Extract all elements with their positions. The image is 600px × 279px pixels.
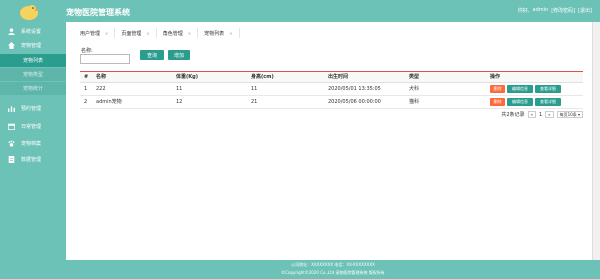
sidebar-item-label: 系统设置 [21, 29, 42, 35]
main-content: 用户管理 ✕ 页面管理 ✕ 角色管理 ✕ 宠物列表 ✕ 名称: 查询 增加 # 名称 体… [66, 22, 592, 260]
column-header: 体重(Kg) [172, 72, 247, 83]
cell-name: admin宠物 [92, 95, 172, 109]
sidebar-item-label: 预约管理 [21, 106, 42, 112]
search-input[interactable] [80, 54, 130, 64]
edit-button[interactable]: 编辑信息 [507, 97, 533, 106]
pet-table: # 名称 体重(Kg) 身高(cm) 出生时间 类型 操作 1 222 11 1… [80, 72, 583, 109]
cell-type: 猫科 [405, 95, 486, 109]
cell-birth: 2020/05/06 00:00:00 [324, 95, 405, 109]
app-title: 宠物医院管理系统 [66, 8, 130, 17]
cell-weight: 11 [172, 82, 247, 96]
header: 宠物医院管理系统 你好, admin [修改密码] [退出] [0, 0, 600, 22]
tab-page-management[interactable]: 页面管理 ✕ [115, 28, 157, 38]
chart-icon [7, 105, 15, 113]
sidebar-item-daily[interactable]: 日常管理 [0, 120, 66, 133]
column-header: 名称 [92, 72, 172, 83]
user-icon [7, 28, 15, 36]
sidebar-item-pet-management[interactable]: 宠物管理 [0, 39, 66, 52]
sidebar: 系统设置 宠物管理 宠物列表 宠物类型 宠物统计 预约管理 日常管理 宠物档案 [0, 22, 66, 279]
search-label: 名称: [81, 48, 93, 54]
column-header: 出生时间 [324, 72, 405, 83]
sidebar-item-label: 日常管理 [21, 124, 42, 130]
tab-label: 页面管理 [121, 30, 142, 37]
pagination: 共2条记录 « 1 » 每页10条 ▾ [501, 111, 583, 118]
column-header: 身高(cm) [247, 72, 324, 83]
cell-actions: 删除 编辑信息 查看详细 [486, 82, 583, 96]
paw-icon [7, 140, 15, 148]
calendar-icon [7, 123, 15, 131]
tab-pet-list[interactable]: 宠物列表 ✕ [198, 28, 240, 38]
per-page-value: 每页10条 [559, 111, 577, 117]
tab-label: 角色管理 [162, 30, 183, 37]
query-button[interactable]: 查询 [140, 50, 164, 60]
cell-type: 犬科 [405, 82, 486, 96]
home-icon [7, 42, 15, 50]
footer: 公司地址：XXXXXXXX 电话：XX-XXXXXXXX ©Copyright©… [66, 260, 600, 279]
header-user-bar: 你好, admin [修改密码] [退出] [518, 7, 592, 14]
sidebar-item-pet-list[interactable]: 宠物列表 [0, 54, 66, 67]
column-header: 操作 [486, 72, 583, 83]
footer-address: 公司地址：XXXXXXXX 电话：XX-XXXXXXXX [291, 262, 375, 267]
logout-link[interactable]: [退出] [578, 7, 592, 14]
view-button[interactable]: 查看详细 [535, 84, 561, 93]
username: admin [532, 7, 549, 13]
cell-actions: 删除 编辑信息 查看详细 [486, 95, 583, 109]
current-page: 1 [538, 111, 543, 118]
sidebar-item-label: 宠物统计 [23, 86, 44, 92]
cell-weight: 12 [172, 95, 247, 109]
column-header: 类型 [405, 72, 486, 83]
footer-copyright: ©Copyright©2020 Co.,Ltd 宠物医院管理系统 版权所有 [281, 270, 385, 275]
sidebar-item-label: 宠物类型 [23, 72, 44, 78]
duck-logo-icon [20, 5, 39, 20]
close-icon[interactable]: ✕ [105, 31, 108, 36]
tab-bar: 用户管理 ✕ 页面管理 ✕ 角色管理 ✕ 宠物列表 ✕ [74, 28, 240, 38]
table-header-row: # 名称 体重(Kg) 身高(cm) 出生时间 类型 操作 [80, 72, 583, 83]
scrollbar[interactable] [592, 22, 600, 260]
close-icon[interactable]: ✕ [146, 31, 149, 36]
next-page-button[interactable]: » [545, 111, 554, 118]
close-icon[interactable]: ✕ [188, 31, 191, 36]
document-icon [7, 156, 15, 164]
delete-button[interactable]: 删除 [490, 97, 505, 106]
cell-height: 21 [247, 95, 324, 109]
cell-birth: 2020/05/01 13:35:05 [324, 82, 405, 96]
cell-name: 222 [92, 82, 172, 96]
modify-password-link[interactable]: [修改密码] [551, 7, 575, 14]
add-button[interactable]: 增加 [168, 50, 190, 60]
sidebar-item-label: 宠物管理 [21, 43, 42, 49]
tab-label: 宠物列表 [204, 30, 225, 37]
sidebar-item-label: 宠物列表 [23, 58, 44, 64]
prev-page-button[interactable]: « [527, 111, 536, 118]
table-row: 2 admin宠物 12 21 2020/05/06 00:00:00 猫科 删… [80, 95, 583, 109]
cell-index: 2 [80, 95, 92, 109]
sidebar-item-appointments[interactable]: 预约管理 [0, 102, 66, 115]
sidebar-item-pet-stats[interactable]: 宠物统计 [0, 82, 66, 95]
per-page-select[interactable]: 每页10条 ▾ [556, 111, 583, 118]
table-row: 1 222 11 11 2020/05/01 13:35:05 犬科 删除 编辑信… [80, 82, 583, 96]
sidebar-item-label: 宠物档案 [21, 141, 42, 147]
chevron-down-icon: ▾ [577, 112, 580, 117]
sidebar-item-pet-type[interactable]: 宠物类型 [0, 68, 66, 81]
edit-button[interactable]: 编辑信息 [507, 84, 533, 93]
cell-index: 1 [80, 82, 92, 96]
sidebar-item-data[interactable]: 数据管理 [0, 153, 66, 166]
column-header: # [80, 72, 92, 83]
total-count: 共2条记录 [501, 112, 525, 118]
tab-role-management[interactable]: 角色管理 ✕ [157, 28, 199, 38]
view-button[interactable]: 查看详细 [535, 97, 561, 106]
tab-label: 用户管理 [80, 30, 101, 37]
close-icon[interactable]: ✕ [229, 31, 232, 36]
welcome-text: 你好, [517, 8, 530, 14]
sidebar-item-system-settings[interactable]: 系统设置 [0, 25, 66, 38]
delete-button[interactable]: 删除 [490, 84, 505, 93]
tab-user-management[interactable]: 用户管理 ✕ [74, 28, 116, 38]
cell-height: 11 [247, 82, 324, 96]
sidebar-item-pet-records[interactable]: 宠物档案 [0, 137, 66, 150]
sidebar-item-label: 数据管理 [21, 157, 42, 163]
